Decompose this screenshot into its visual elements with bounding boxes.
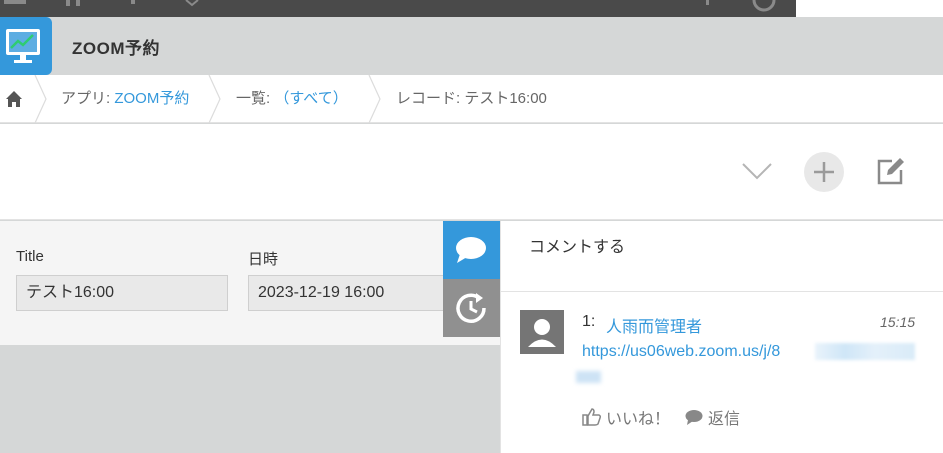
home-icon[interactable] [5, 75, 23, 123]
breadcrumb-list-prefix: 一覧: [236, 90, 275, 107]
reply-bubble-icon [685, 410, 703, 425]
datetime-field-label: 日時 [248, 251, 279, 268]
plus-icon[interactable] [804, 152, 844, 192]
top-system-bar [0, 0, 796, 17]
comment-url-link[interactable]: https://us06web.zoom.us/j/8 [582, 343, 780, 361]
app-monitor-icon[interactable] [0, 17, 52, 75]
chevron-down-icon[interactable] [740, 160, 774, 182]
like-label: いいね！ [606, 411, 671, 428]
breadcrumb-app-prefix: アプリ: [61, 90, 115, 107]
datetime-field-value: 2023-12-19 16:00 [248, 275, 443, 311]
breadcrumb-app: アプリ: ZOOM予約 [61, 75, 189, 123]
redacted-text [815, 343, 915, 360]
comment-tab[interactable] [443, 221, 500, 279]
app-title: ZOOM予約 [72, 39, 160, 58]
breadcrumb-list-link[interactable]: （すべて） [274, 90, 347, 107]
breadcrumb-separator [34, 75, 47, 123]
history-tab[interactable] [443, 279, 500, 337]
edit-icon[interactable] [874, 156, 906, 188]
user-avatar-icon [520, 310, 564, 354]
reply-button[interactable]: 返信 [684, 405, 740, 429]
top-bar-blank [796, 0, 943, 17]
breadcrumb-separator [208, 75, 221, 123]
title-field-value: テスト16:00 [16, 275, 228, 311]
title-field-label: Title [16, 248, 44, 265]
redacted-text [576, 371, 601, 383]
breadcrumb-separator [368, 75, 381, 123]
comment-bubble-icon [456, 237, 486, 263]
top-bar-icons [4, 0, 776, 12]
comment-time: 15:15 [880, 314, 916, 330]
comment-input-placeholder[interactable]: コメントする [529, 233, 625, 257]
comment-number: 1: [582, 313, 596, 330]
breadcrumb-record: レコード: テスト16:00 [396, 90, 547, 107]
breadcrumb-app-link[interactable]: ZOOM予約 [114, 90, 189, 107]
breadcrumb: アプリ: ZOOM予約 一覧: （すべて） レコード: テスト16:00 [0, 75, 943, 123]
comments-divider [501, 291, 943, 292]
comment-author-link[interactable]: 人雨而管理者 [606, 313, 702, 337]
record-toolbar [0, 124, 943, 220]
reply-label: 返信 [708, 411, 741, 428]
breadcrumb-list: 一覧: （すべて） [236, 75, 348, 123]
thumbs-up-icon [582, 408, 602, 426]
like-button[interactable]: いいね！ [582, 405, 670, 429]
history-icon [456, 293, 486, 323]
